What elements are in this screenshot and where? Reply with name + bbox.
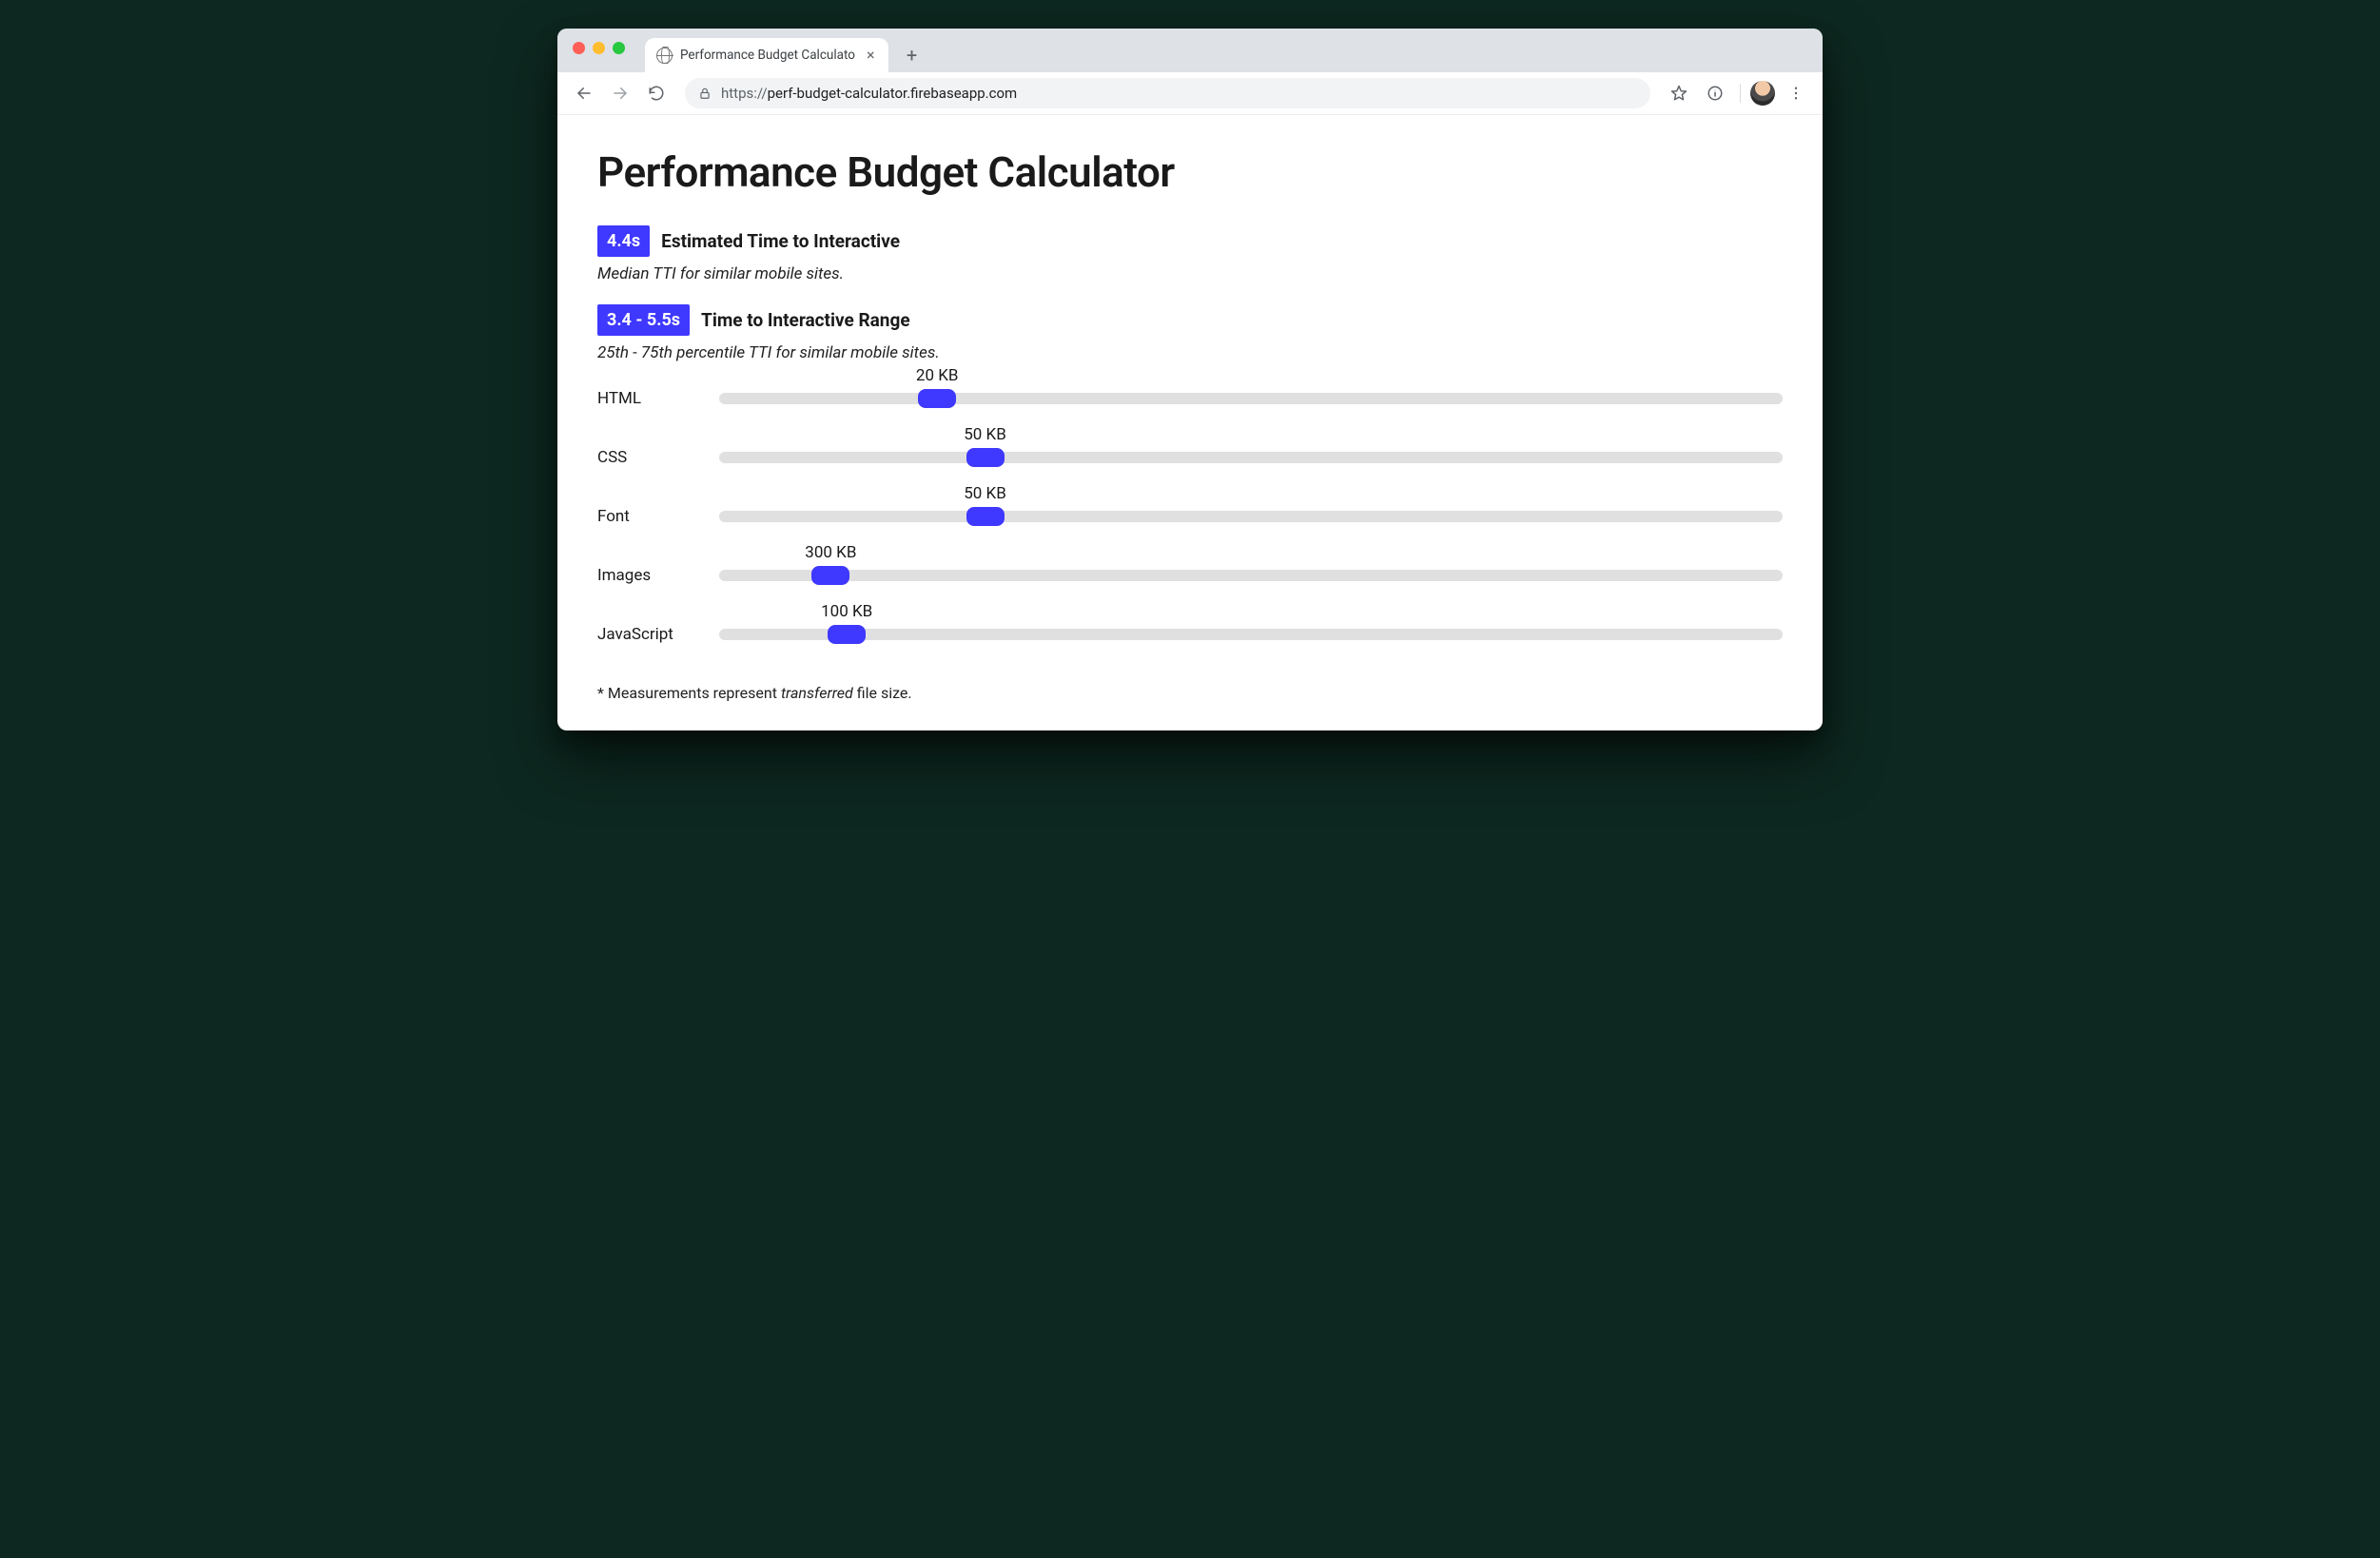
slider-thumb[interactable] <box>811 566 849 585</box>
slider-value: 50 KB <box>964 484 1006 503</box>
slider-row-css: CSS 50 KB <box>597 448 1783 467</box>
slider-label: CSS <box>597 448 693 467</box>
browser-tab[interactable]: Performance Budget Calculato × <box>645 38 888 72</box>
slider-track[interactable]: 50 KB <box>719 452 1783 463</box>
arrow-left-icon <box>575 85 593 102</box>
footnote: * Measurements represent transferred fil… <box>597 684 1783 702</box>
slider-thumb[interactable] <box>966 507 1005 526</box>
slider-label: Font <box>597 507 693 526</box>
tti-metric: 4.4s Estimated Time to Interactive <box>597 225 1783 257</box>
reload-button[interactable] <box>641 78 672 108</box>
tti-range-label: Time to Interactive Range <box>701 309 910 331</box>
tti-badge: 4.4s <box>597 225 650 257</box>
slider-label: Images <box>597 566 693 585</box>
slider-thumb[interactable] <box>966 448 1005 467</box>
slider-track[interactable]: 50 KB <box>719 511 1783 522</box>
site-info-button[interactable] <box>1700 78 1730 108</box>
slider-label: JavaScript <box>597 625 693 644</box>
maximize-window-button[interactable] <box>613 42 625 54</box>
slider-row-font: Font 50 KB <box>597 507 1783 526</box>
kebab-icon <box>1787 85 1805 102</box>
minimize-window-button[interactable] <box>593 42 605 54</box>
slider-row-html: HTML 20 KB <box>597 389 1783 408</box>
info-icon <box>1707 85 1724 102</box>
slider-thumb[interactable] <box>918 389 956 408</box>
bookmark-button[interactable] <box>1664 78 1694 108</box>
slider-value: 300 KB <box>805 543 856 562</box>
forward-button[interactable] <box>605 78 635 108</box>
toolbar-separator <box>1740 84 1741 103</box>
slider-value: 50 KB <box>964 425 1006 444</box>
lock-icon <box>698 87 712 100</box>
tti-subtext: Median TTI for similar mobile sites. <box>597 264 1783 283</box>
new-tab-button[interactable]: + <box>898 41 927 69</box>
slider-row-images: Images 300 KB <box>597 566 1783 585</box>
globe-icon <box>656 48 673 64</box>
star-icon <box>1670 85 1687 102</box>
browser-toolbar: https://perf-budget-calculator.firebasea… <box>557 72 1823 115</box>
slider-thumb[interactable] <box>828 625 866 644</box>
sliders-section: HTML 20 KB CSS 50 KB Font 50 KB Images 300 KB Ja… <box>597 389 1783 644</box>
window-controls <box>573 42 625 54</box>
slider-value: 100 KB <box>821 602 872 621</box>
close-window-button[interactable] <box>573 42 585 54</box>
tab-title: Performance Budget Calculato <box>680 48 855 63</box>
close-tab-icon[interactable]: × <box>863 48 879 63</box>
slider-label: HTML <box>597 389 693 408</box>
page-title: Performance Budget Calculator <box>597 147 1783 197</box>
slider-value: 20 KB <box>916 366 959 385</box>
slider-row-javascript: JavaScript 100 KB <box>597 625 1783 644</box>
tti-range-metric: 3.4 - 5.5s Time to Interactive Range <box>597 304 1783 336</box>
arrow-right-icon <box>612 85 629 102</box>
browser-menu-button[interactable] <box>1781 78 1811 108</box>
back-button[interactable] <box>569 78 599 108</box>
profile-avatar[interactable] <box>1750 81 1775 106</box>
tti-label: Estimated Time to Interactive <box>661 230 900 252</box>
tti-range-badge: 3.4 - 5.5s <box>597 304 690 336</box>
browser-window: Performance Budget Calculato × + https:/… <box>557 29 1823 730</box>
tti-range-subtext: 25th - 75th percentile TTI for similar m… <box>597 343 1783 362</box>
reload-icon <box>648 85 665 102</box>
url-text: https://perf-budget-calculator.firebasea… <box>721 85 1017 102</box>
slider-track[interactable]: 100 KB <box>719 629 1783 640</box>
tab-strip: Performance Budget Calculato × + <box>557 29 1823 72</box>
address-bar[interactable]: https://perf-budget-calculator.firebasea… <box>685 78 1650 108</box>
slider-track[interactable]: 20 KB <box>719 393 1783 404</box>
slider-track[interactable]: 300 KB <box>719 570 1783 581</box>
page-content: Performance Budget Calculator 4.4s Estim… <box>557 115 1823 730</box>
